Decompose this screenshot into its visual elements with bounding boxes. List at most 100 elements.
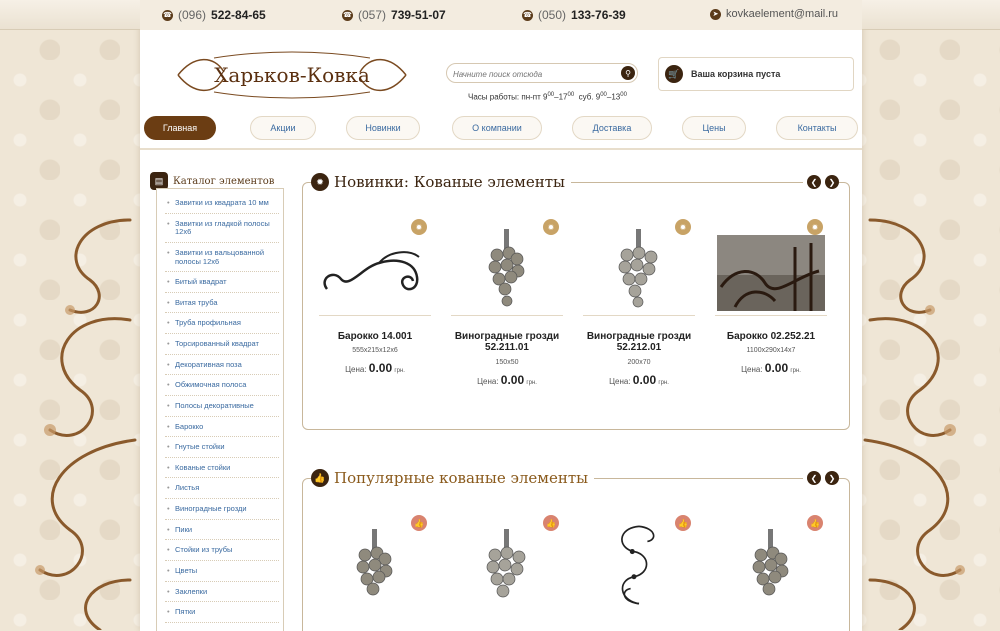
phone-code: (096) xyxy=(178,8,207,22)
catalog-item[interactable]: Барокко xyxy=(165,417,279,438)
phone-1[interactable]: ☎ (096) 522-84-65 xyxy=(162,8,266,22)
catalog-item[interactable]: Пики xyxy=(165,520,279,541)
catalog-item[interactable]: Гнутые стойки xyxy=(165,437,279,458)
product-image-grapes[interactable] xyxy=(451,523,563,607)
catalog-item[interactable]: Витая труба xyxy=(165,293,279,314)
phone-code: (050) xyxy=(538,8,567,22)
new-items-arrows: ❮ ❯ xyxy=(803,175,839,189)
product-image-scroll[interactable] xyxy=(583,523,695,607)
send-icon: ➤ xyxy=(710,8,721,20)
nav-prices[interactable]: Цены xyxy=(682,116,746,140)
next-arrow-icon[interactable]: ❯ xyxy=(825,175,839,189)
nav-sales[interactable]: Акции xyxy=(250,116,316,140)
product-card[interactable]: ✹ Барокко 14.001 555x215x12x6 Цена: 0.00… xyxy=(319,219,431,419)
new-items-title: Новинки: Кованые элементы xyxy=(334,173,565,191)
phone-icon: ☎ xyxy=(342,9,353,21)
product-image-grapes[interactable] xyxy=(715,523,827,607)
product-price: Цена: 0.00 грн. xyxy=(345,361,405,375)
product-image-baroque[interactable] xyxy=(319,227,431,311)
next-arrow-icon[interactable]: ❯ xyxy=(825,471,839,485)
product-name[interactable]: Барокко 02.252.21 xyxy=(715,331,827,342)
product-dimensions: 200x70 xyxy=(627,359,651,366)
email-link[interactable]: ➤ kovkaelement@mail.ru xyxy=(710,8,838,20)
phone-3[interactable]: ☎ (050) 133-76-39 xyxy=(522,8,626,22)
product-dimensions: 1100x290x14x7 xyxy=(746,347,796,354)
catalog-item[interactable]: Пятки xyxy=(165,602,279,623)
product-name[interactable]: Виноградные грозди 52.212.01 xyxy=(583,331,695,353)
cart-icon: 🛒 xyxy=(665,65,683,83)
phone-2[interactable]: ☎ (057) 739-51-07 xyxy=(342,8,446,22)
catalog-item[interactable]: Торсированный квадрат xyxy=(165,334,279,355)
cart-status: Ваша корзина пуста xyxy=(691,69,781,79)
catalog-list: Завитки из квадрата 10 ммЗавитки из глад… xyxy=(157,189,283,623)
header: Харьков-Ковка ⚲ Часы работы: пн-пт 900–1… xyxy=(140,30,862,110)
nav-home[interactable]: Главная xyxy=(144,116,216,140)
product-card[interactable]: 👍 xyxy=(319,515,431,631)
product-card[interactable]: ✹ Виноградные грозди 52.211.01 150x50 Це… xyxy=(451,219,563,419)
product-name[interactable]: Виноградные грозди 52.211.01 xyxy=(451,331,563,353)
catalog-item[interactable]: Листья xyxy=(165,478,279,499)
email-address: kovkaelement@mail.ru xyxy=(726,8,839,20)
popular-panel: 👍 Популярные кованые элементы ❮ ❯ 👍 👍 👍 … xyxy=(302,469,850,631)
nav-new[interactable]: Новинки xyxy=(346,116,420,140)
product-card[interactable]: 👍 xyxy=(715,515,827,631)
search-icon[interactable]: ⚲ xyxy=(621,66,635,80)
contact-bar: ☎ (096) 522-84-65 ☎ (057) 739-51-07 ☎ (0… xyxy=(0,0,1000,30)
product-image-grapes[interactable] xyxy=(583,227,695,311)
product-image-grapes[interactable] xyxy=(319,523,431,607)
catalog-item[interactable]: Завитки из квадрата 10 мм xyxy=(165,193,279,214)
nav-contacts[interactable]: Контакты xyxy=(776,116,858,140)
catalog-item[interactable]: Цветы xyxy=(165,561,279,582)
popular-title: Популярные кованые элементы xyxy=(334,469,589,487)
catalog-item[interactable]: Кованые стойки xyxy=(165,458,279,479)
catalog-item[interactable]: Декоративная поза xyxy=(165,355,279,376)
nav-about[interactable]: О компании xyxy=(452,116,542,140)
product-name[interactable]: Барокко 14.001 xyxy=(319,331,431,342)
catalog-item[interactable]: Труба профильная xyxy=(165,313,279,334)
thumbs-up-icon: 👍 xyxy=(311,469,329,487)
catalog-item[interactable]: Заклепки xyxy=(165,582,279,603)
working-hours: Часы работы: пн-пт 900–1700 суб. 900–130… xyxy=(468,92,627,102)
site-logo[interactable]: Харьков-Ковка xyxy=(174,50,410,100)
phone-number: 133-76-39 xyxy=(571,8,626,22)
nav-divider xyxy=(140,148,862,150)
search-box: ⚲ xyxy=(446,63,638,84)
product-price: Цена: 0.00 грн. xyxy=(609,373,669,387)
catalog-item[interactable]: Обжимочная полоса xyxy=(165,375,279,396)
divider xyxy=(451,315,563,316)
divider xyxy=(715,315,827,316)
catalog-item[interactable]: Стойки из трубы xyxy=(165,540,279,561)
main-nav: Главная Акции Новинки О компании Доставк… xyxy=(140,113,862,143)
product-price: Цена: 0.00 грн. xyxy=(477,373,537,387)
product-card[interactable]: ✹ Барокко 02.252.21 1100x290x14x7 Цена: … xyxy=(715,219,827,419)
catalog-sidebar: ▤ Каталог элементов Завитки из квадрата … xyxy=(150,166,288,631)
prev-arrow-icon[interactable]: ❮ xyxy=(807,175,821,189)
left-ornament xyxy=(35,218,137,630)
catalog-item[interactable]: Завитки из гладкой полосы 12х6 xyxy=(165,214,279,243)
product-dimensions: 555x215x12x6 xyxy=(352,347,398,354)
phone-icon: ☎ xyxy=(522,9,533,21)
product-image-grapes[interactable] xyxy=(451,227,563,311)
product-image-baroque-fence[interactable] xyxy=(715,227,827,311)
phone-icon: ☎ xyxy=(162,9,173,21)
catalog-title: Каталог элементов xyxy=(173,175,275,187)
phone-number: 739-51-07 xyxy=(391,8,446,22)
logo-text: Харьков-Ковка xyxy=(214,63,370,87)
nav-delivery[interactable]: Доставка xyxy=(572,116,652,140)
catalog-item[interactable]: Битый квадрат xyxy=(165,272,279,293)
catalog-item[interactable]: Завитки из вальцованной полосы 12х6 xyxy=(165,243,279,273)
search-input[interactable] xyxy=(447,65,617,84)
phone-code: (057) xyxy=(358,8,387,22)
catalog-box: Завитки из квадрата 10 ммЗавитки из глад… xyxy=(156,188,284,631)
product-card[interactable]: ✹ Виноградные грозди 52.212.01 200x70 Це… xyxy=(583,219,695,419)
cart-widget[interactable]: 🛒 Ваша корзина пуста xyxy=(658,57,854,91)
divider xyxy=(319,315,431,316)
prev-arrow-icon[interactable]: ❮ xyxy=(807,471,821,485)
new-items-panel: ✹ Новинки: Кованые элементы ❮ ❯ ✹ Барокк… xyxy=(302,173,850,430)
catalog-item[interactable]: Полосы декоративные xyxy=(165,396,279,417)
divider xyxy=(583,315,695,316)
popular-header: 👍 Популярные кованые элементы xyxy=(311,469,595,487)
product-card[interactable]: 👍 xyxy=(451,515,563,631)
catalog-item[interactable]: Виноградные грозди xyxy=(165,499,279,520)
product-card[interactable]: 👍 xyxy=(583,515,695,631)
